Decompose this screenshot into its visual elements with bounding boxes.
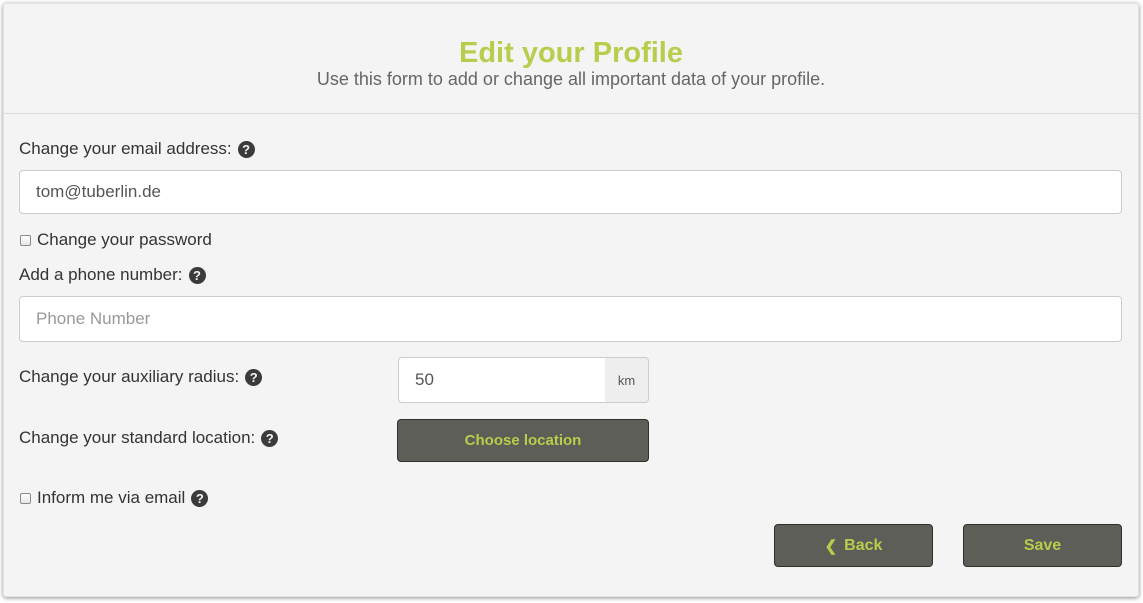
back-button[interactable]: ❮ Back bbox=[774, 524, 933, 567]
phone-label: Add a phone number: ? bbox=[19, 265, 206, 285]
chevron-left-icon: ❮ bbox=[824, 537, 838, 555]
phone-label-text: Add a phone number: bbox=[19, 265, 183, 284]
change-password-label[interactable]: Change your password bbox=[37, 230, 212, 250]
radius-help-icon[interactable]: ? bbox=[245, 368, 263, 386]
radius-unit: km bbox=[617, 372, 636, 388]
inform-email-row[interactable]: Inform me via email ? bbox=[20, 488, 209, 508]
inform-email-checkbox[interactable] bbox=[20, 492, 31, 504]
profile-panel: Edit your Profile Use this form to add o… bbox=[3, 3, 1139, 597]
email-label-text: Change your email address: bbox=[19, 139, 232, 158]
choose-location-label: Choose location bbox=[464, 432, 582, 449]
email-label: Change your email address: ? bbox=[19, 139, 255, 159]
location-label-text: Change your standard location: bbox=[19, 428, 256, 447]
panel-header: Edit your Profile Use this form to add o… bbox=[4, 4, 1138, 114]
email-input[interactable] bbox=[19, 170, 1122, 214]
location-help-icon[interactable]: ? bbox=[261, 429, 279, 447]
radius-unit-addon: km bbox=[605, 357, 649, 403]
back-label: Back bbox=[844, 536, 883, 554]
phone-help-icon[interactable]: ? bbox=[188, 266, 206, 284]
page-subtitle: Use this form to add or change all impor… bbox=[316, 69, 826, 89]
inform-email-label[interactable]: Inform me via email bbox=[37, 488, 185, 508]
change-password-checkbox[interactable] bbox=[20, 234, 31, 246]
radius-label-text: Change your auxiliary radius: bbox=[19, 367, 240, 386]
radius-input[interactable] bbox=[398, 357, 606, 403]
email-help-icon[interactable]: ? bbox=[237, 140, 255, 158]
save-label: Save bbox=[1023, 536, 1062, 554]
inform-email-help-icon[interactable]: ? bbox=[191, 489, 209, 507]
phone-input[interactable] bbox=[19, 296, 1122, 342]
choose-location-button[interactable]: Choose location bbox=[397, 419, 649, 462]
radius-label: Change your auxiliary radius: ? bbox=[19, 367, 263, 387]
page-title: Edit your Profile bbox=[459, 37, 683, 69]
location-label: Change your standard location: ? bbox=[19, 428, 279, 448]
save-button[interactable]: Save bbox=[963, 524, 1122, 567]
change-password-row[interactable]: Change your password bbox=[20, 230, 212, 250]
